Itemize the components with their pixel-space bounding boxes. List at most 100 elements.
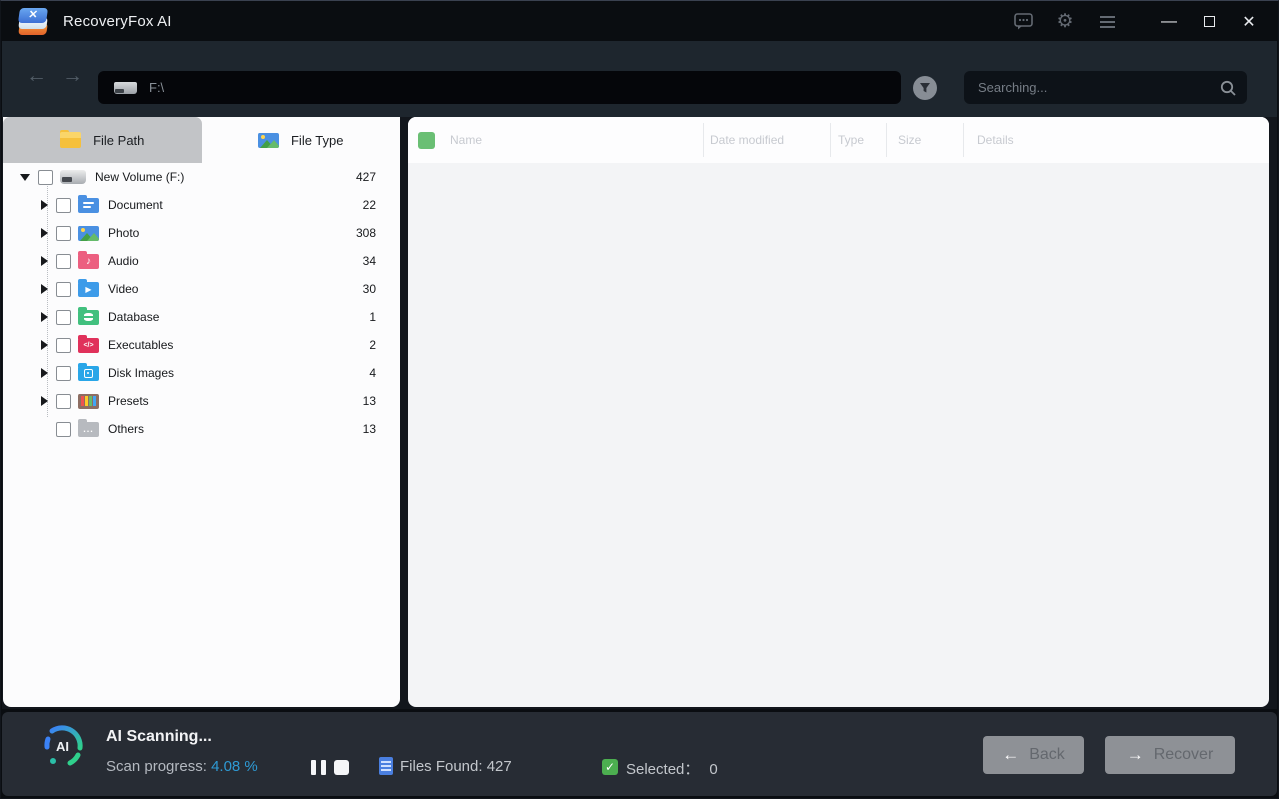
checkbox[interactable] (56, 226, 71, 241)
column-separator (886, 123, 887, 157)
checkbox[interactable] (56, 422, 71, 437)
tab-file-type[interactable]: File Type (202, 117, 401, 163)
file-list-panel: Name Date modified Type Size Details (408, 117, 1269, 707)
checkbox[interactable] (56, 254, 71, 269)
selected-count: 0 (709, 761, 717, 778)
checkbox[interactable] (56, 310, 71, 325)
tree-row-photo[interactable]: Photo 308 (3, 219, 400, 247)
feedback-chat-icon[interactable] (1013, 12, 1033, 32)
back-button[interactable]: ← Back (983, 736, 1084, 774)
stop-button[interactable] (334, 760, 349, 775)
scan-progress-label: Scan progress: (106, 758, 207, 775)
picture-folder-icon (258, 133, 279, 148)
tree-label: Presets (108, 394, 400, 408)
checkbox[interactable] (38, 170, 53, 185)
pause-button[interactable] (311, 760, 326, 775)
checkbox[interactable] (56, 198, 71, 213)
audio-folder-icon: ♪ (78, 254, 99, 269)
table-header: Name Date modified Type Size Details (408, 117, 1269, 163)
scan-progress-value: 4.08 % (211, 758, 258, 775)
tree-row-disk-images[interactable]: Disk Images 4 (3, 359, 400, 387)
recover-button[interactable]: → Recover (1105, 736, 1235, 774)
content-area: File Path File Type New Volume (F:) 427 (2, 117, 1277, 709)
tree-label: Document (108, 198, 400, 212)
presets-folder-icon (78, 394, 99, 409)
expander-right-icon[interactable] (41, 284, 48, 294)
select-all-checkbox[interactable] (418, 132, 435, 149)
tab-label: File Type (291, 133, 344, 148)
tree-count: 4 (369, 366, 376, 380)
back-button-label: Back (1029, 746, 1065, 764)
tree-row-document[interactable]: Document 22 (3, 191, 400, 219)
forward-arrow-icon[interactable]: → (62, 65, 83, 86)
tree-row-video[interactable]: ▶ Video 30 (3, 275, 400, 303)
menu-hamburger-icon[interactable] (1097, 12, 1117, 32)
tab-label: File Path (93, 133, 144, 148)
tree-row-database[interactable]: Database 1 (3, 303, 400, 331)
settings-gear-icon[interactable]: ⚙ (1055, 12, 1075, 32)
document-folder-icon (78, 198, 99, 213)
executables-folder-icon: </> (78, 338, 99, 353)
status-bar: AI AI Scanning... Scan progress: 4.08 % … (2, 712, 1277, 796)
recover-arrow-icon: → (1127, 745, 1144, 765)
column-separator (830, 123, 831, 157)
scan-progress: Scan progress: 4.08 % (106, 758, 258, 775)
checkbox[interactable] (56, 366, 71, 381)
tree-count: 308 (356, 226, 376, 240)
path-field[interactable]: F:\ (98, 71, 901, 104)
sidebar: File Path File Type New Volume (F:) 427 (3, 117, 400, 707)
tree-count: 13 (363, 394, 376, 408)
tree-label: Video (108, 282, 400, 296)
tree-row-presets[interactable]: Presets 13 (3, 387, 400, 415)
maximize-button[interactable] (1189, 2, 1229, 41)
column-separator (963, 123, 964, 157)
close-button[interactable]: ✕ (1229, 2, 1269, 41)
column-header-size[interactable]: Size (898, 133, 921, 147)
tree-row-audio[interactable]: ♪ Audio 34 (3, 247, 400, 275)
drive-icon (114, 82, 137, 94)
file-type-tree: New Volume (F:) 427 Document 22 Photo 30… (3, 163, 400, 707)
folder-icon (60, 133, 81, 148)
expander-right-icon[interactable] (41, 396, 48, 406)
tree-row-others[interactable]: ... Others 13 (3, 415, 400, 443)
expander-right-icon[interactable] (41, 368, 48, 378)
tree-count: 13 (363, 422, 376, 436)
back-arrow-icon[interactable]: ← (26, 65, 47, 86)
tree-count: 1 (369, 310, 376, 324)
photo-folder-icon (78, 226, 99, 241)
tree-label: Executables (108, 338, 400, 352)
expander-right-icon[interactable] (41, 228, 48, 238)
back-arrow-icon: ← (1002, 745, 1019, 765)
tree-label: New Volume (F:) (95, 170, 400, 184)
tree-row-executables[interactable]: </> Executables 2 (3, 331, 400, 359)
app-logo-icon: ✕ (16, 6, 50, 38)
app-window: ✕ RecoveryFox AI ⚙ — ✕ ← → F:\ (0, 0, 1279, 799)
column-header-name[interactable]: Name (450, 133, 482, 147)
search-input[interactable] (978, 80, 1219, 95)
recover-button-label: Recover (1154, 746, 1214, 764)
expander-right-icon[interactable] (41, 312, 48, 322)
tree-count: 427 (356, 170, 376, 184)
filter-button[interactable] (913, 76, 937, 100)
video-folder-icon: ▶ (78, 282, 99, 297)
app-title: RecoveryFox AI (63, 13, 172, 30)
files-found-text: Files Found: 427 (400, 758, 512, 775)
tree-count: 22 (363, 198, 376, 212)
expander-right-icon[interactable] (41, 340, 48, 350)
tab-file-path[interactable]: File Path (3, 117, 202, 163)
selected-text: Selected：0 (626, 758, 718, 779)
expander-right-icon[interactable] (41, 200, 48, 210)
minimize-button[interactable]: — (1149, 2, 1189, 41)
checkbox[interactable] (56, 338, 71, 353)
column-header-date-modified[interactable]: Date modified (710, 133, 784, 147)
checkbox[interactable] (56, 282, 71, 297)
column-header-type[interactable]: Type (838, 133, 864, 147)
checkbox[interactable] (56, 394, 71, 409)
expander-right-icon[interactable] (41, 256, 48, 266)
search-box[interactable] (964, 71, 1247, 104)
column-header-details[interactable]: Details (977, 133, 1014, 147)
files-found-icon (379, 757, 393, 775)
tree-row-volume[interactable]: New Volume (F:) 427 (3, 163, 400, 191)
expander-down-icon[interactable] (20, 174, 30, 181)
drive-icon (60, 170, 86, 184)
